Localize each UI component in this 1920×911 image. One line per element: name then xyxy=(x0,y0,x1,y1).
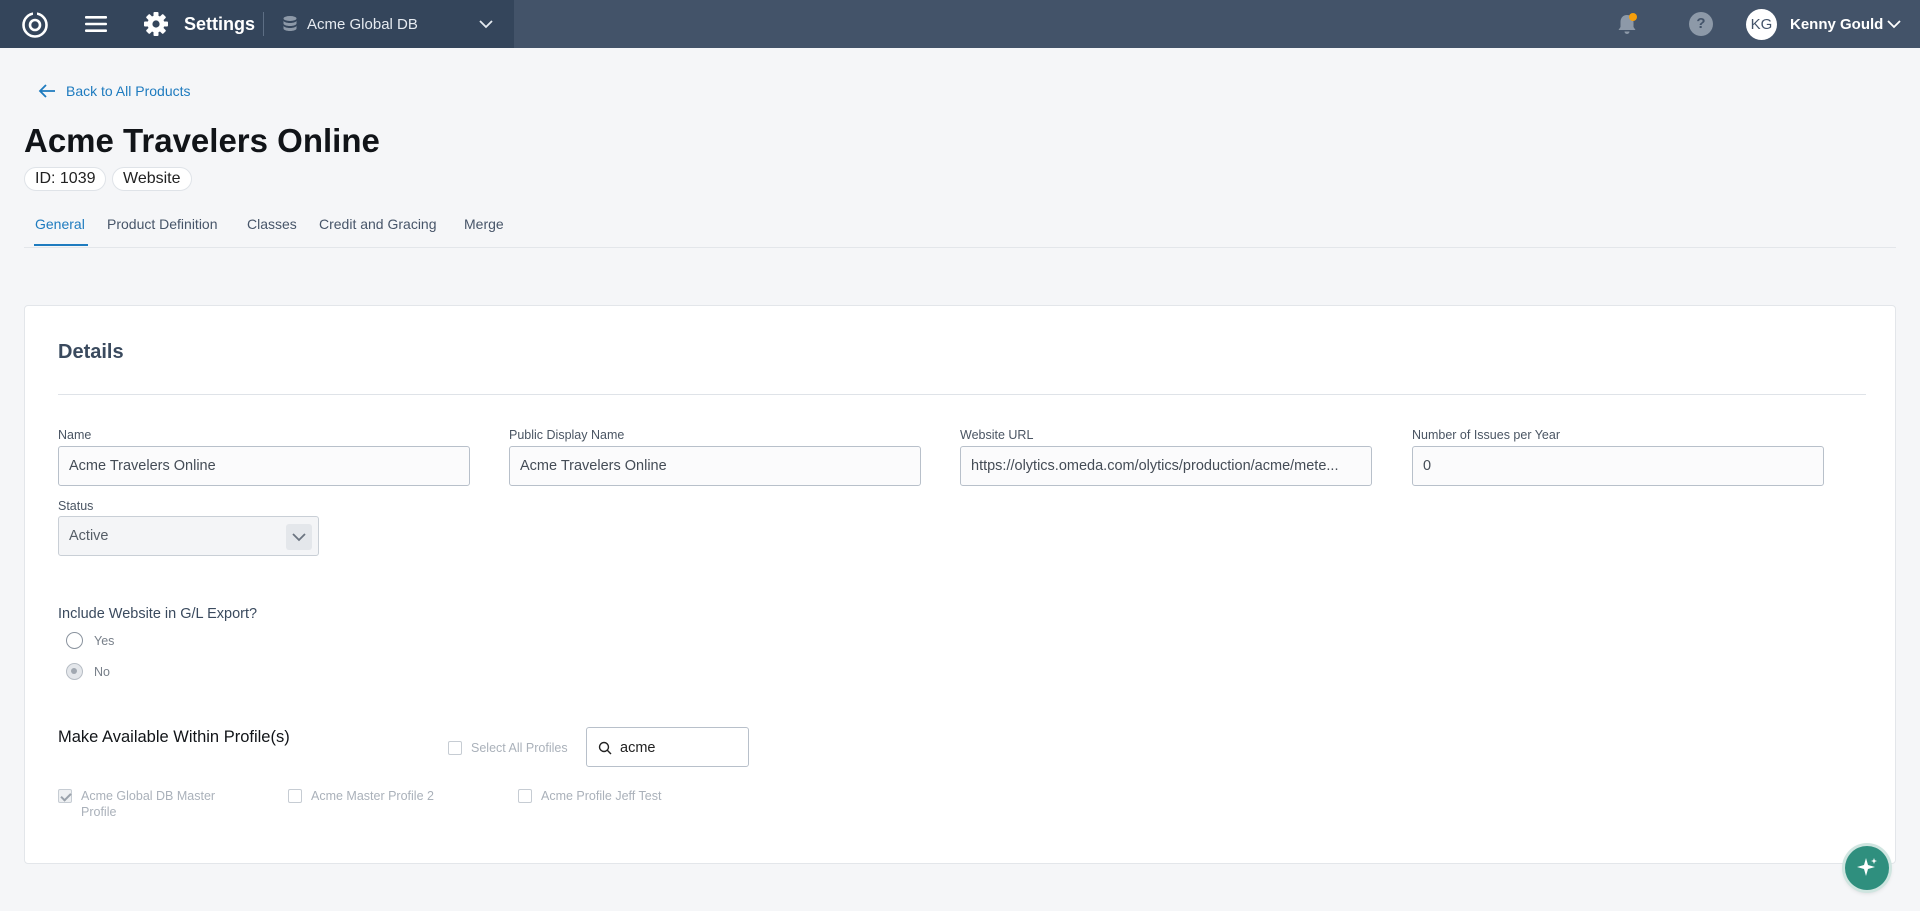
select-all-checkbox[interactable] xyxy=(448,741,462,755)
name-field[interactable]: Acme Travelers Online xyxy=(58,446,470,486)
profile-search[interactable] xyxy=(586,727,749,767)
chevron-down-icon[interactable] xyxy=(286,524,312,550)
top-bar: Settings Acme Global DB ? KG Kenny Gould xyxy=(0,0,1920,48)
tab-product-definition[interactable]: Product Definition xyxy=(107,216,218,232)
active-tab-indicator xyxy=(34,244,88,246)
tab-credit-and-gracing[interactable]: Credit and Gracing xyxy=(319,216,437,232)
user-name[interactable]: Kenny Gould xyxy=(1790,16,1883,33)
gl-export-question: Include Website in G/L Export? xyxy=(58,606,258,622)
profile-search-input[interactable] xyxy=(620,737,740,759)
help-icon[interactable]: ? xyxy=(1689,12,1713,36)
database-icon xyxy=(283,16,297,31)
website-url-field[interactable]: https://olytics.omeda.com/olytics/produc… xyxy=(960,446,1372,486)
select-all-profiles[interactable]: Select All Profiles xyxy=(448,740,568,756)
radio-yes-label: Yes xyxy=(94,633,115,648)
gl-export-yes-option[interactable]: Yes xyxy=(66,632,114,649)
back-link[interactable]: Back to All Products xyxy=(38,83,191,99)
profile-label-line: Profile xyxy=(81,805,117,819)
profile-option[interactable]: Acme Profile Jeff Test xyxy=(518,788,661,804)
public-display-name-field[interactable]: Acme Travelers Online xyxy=(509,446,921,486)
top-bar-left-section xyxy=(0,0,514,48)
radio-no[interactable] xyxy=(66,663,83,680)
app-title: Settings xyxy=(184,14,256,34)
name-label: Name xyxy=(58,428,92,442)
radio-yes[interactable] xyxy=(66,632,83,649)
sparkle-icon xyxy=(1857,858,1877,876)
select-all-label: Select All Profiles xyxy=(471,741,568,755)
status-value: Active xyxy=(69,528,109,544)
arrow-left-icon xyxy=(38,84,55,98)
logo-icon[interactable] xyxy=(20,9,50,39)
page-title: Acme Travelers Online xyxy=(24,122,380,159)
gear-icon xyxy=(144,12,168,36)
id-badge: ID: 1039 xyxy=(24,167,107,191)
profile-checkbox[interactable] xyxy=(518,789,532,803)
menu-icon[interactable] xyxy=(84,12,108,36)
status-select[interactable]: Active xyxy=(58,516,319,556)
profile-option[interactable]: Acme Master Profile 2 xyxy=(288,788,434,804)
chevron-down-icon[interactable] xyxy=(1886,18,1902,30)
details-card: Details Name Acme Travelers Online Publi… xyxy=(24,305,1896,864)
divider xyxy=(58,394,1866,395)
profile-label: Acme Master Profile 2 xyxy=(311,789,434,803)
type-badge: Website xyxy=(112,167,192,191)
avatar[interactable]: KG xyxy=(1746,9,1777,40)
profile-label: Acme Profile Jeff Test xyxy=(541,789,662,803)
profiles-section-title: Make Available Within Profile(s) xyxy=(58,728,290,746)
issues-per-year-label: Number of Issues per Year xyxy=(1412,428,1560,442)
search-icon xyxy=(598,741,612,755)
tabs-divider xyxy=(24,247,1896,248)
status-label: Status xyxy=(58,499,94,513)
chevron-down-icon[interactable] xyxy=(478,17,494,31)
database-selector-label[interactable]: Acme Global DB xyxy=(307,16,418,33)
public-display-name-label: Public Display Name xyxy=(509,428,625,442)
tab-classes[interactable]: Classes xyxy=(247,216,297,232)
ai-assistant-button[interactable] xyxy=(1845,846,1889,890)
bell-icon[interactable] xyxy=(1614,11,1640,37)
back-link-label: Back to All Products xyxy=(66,83,191,99)
profile-option[interactable]: Acme Global DB Master Profile xyxy=(58,788,215,820)
tab-general[interactable]: General xyxy=(35,216,85,232)
profile-checkbox[interactable] xyxy=(58,789,72,803)
issues-per-year-field[interactable]: 0 xyxy=(1412,446,1824,486)
profile-checkbox[interactable] xyxy=(288,789,302,803)
radio-no-label: No xyxy=(94,664,110,679)
gl-export-no-option[interactable]: No xyxy=(66,663,110,680)
profile-label-line: Acme Global DB Master xyxy=(81,789,216,803)
profile-label: Acme Global DB Master Profile xyxy=(81,788,215,820)
website-url-label: Website URL xyxy=(960,428,1034,442)
notification-dot xyxy=(1629,13,1637,21)
divider xyxy=(263,12,264,36)
tab-merge[interactable]: Merge xyxy=(464,216,504,232)
details-title: Details xyxy=(58,341,124,363)
